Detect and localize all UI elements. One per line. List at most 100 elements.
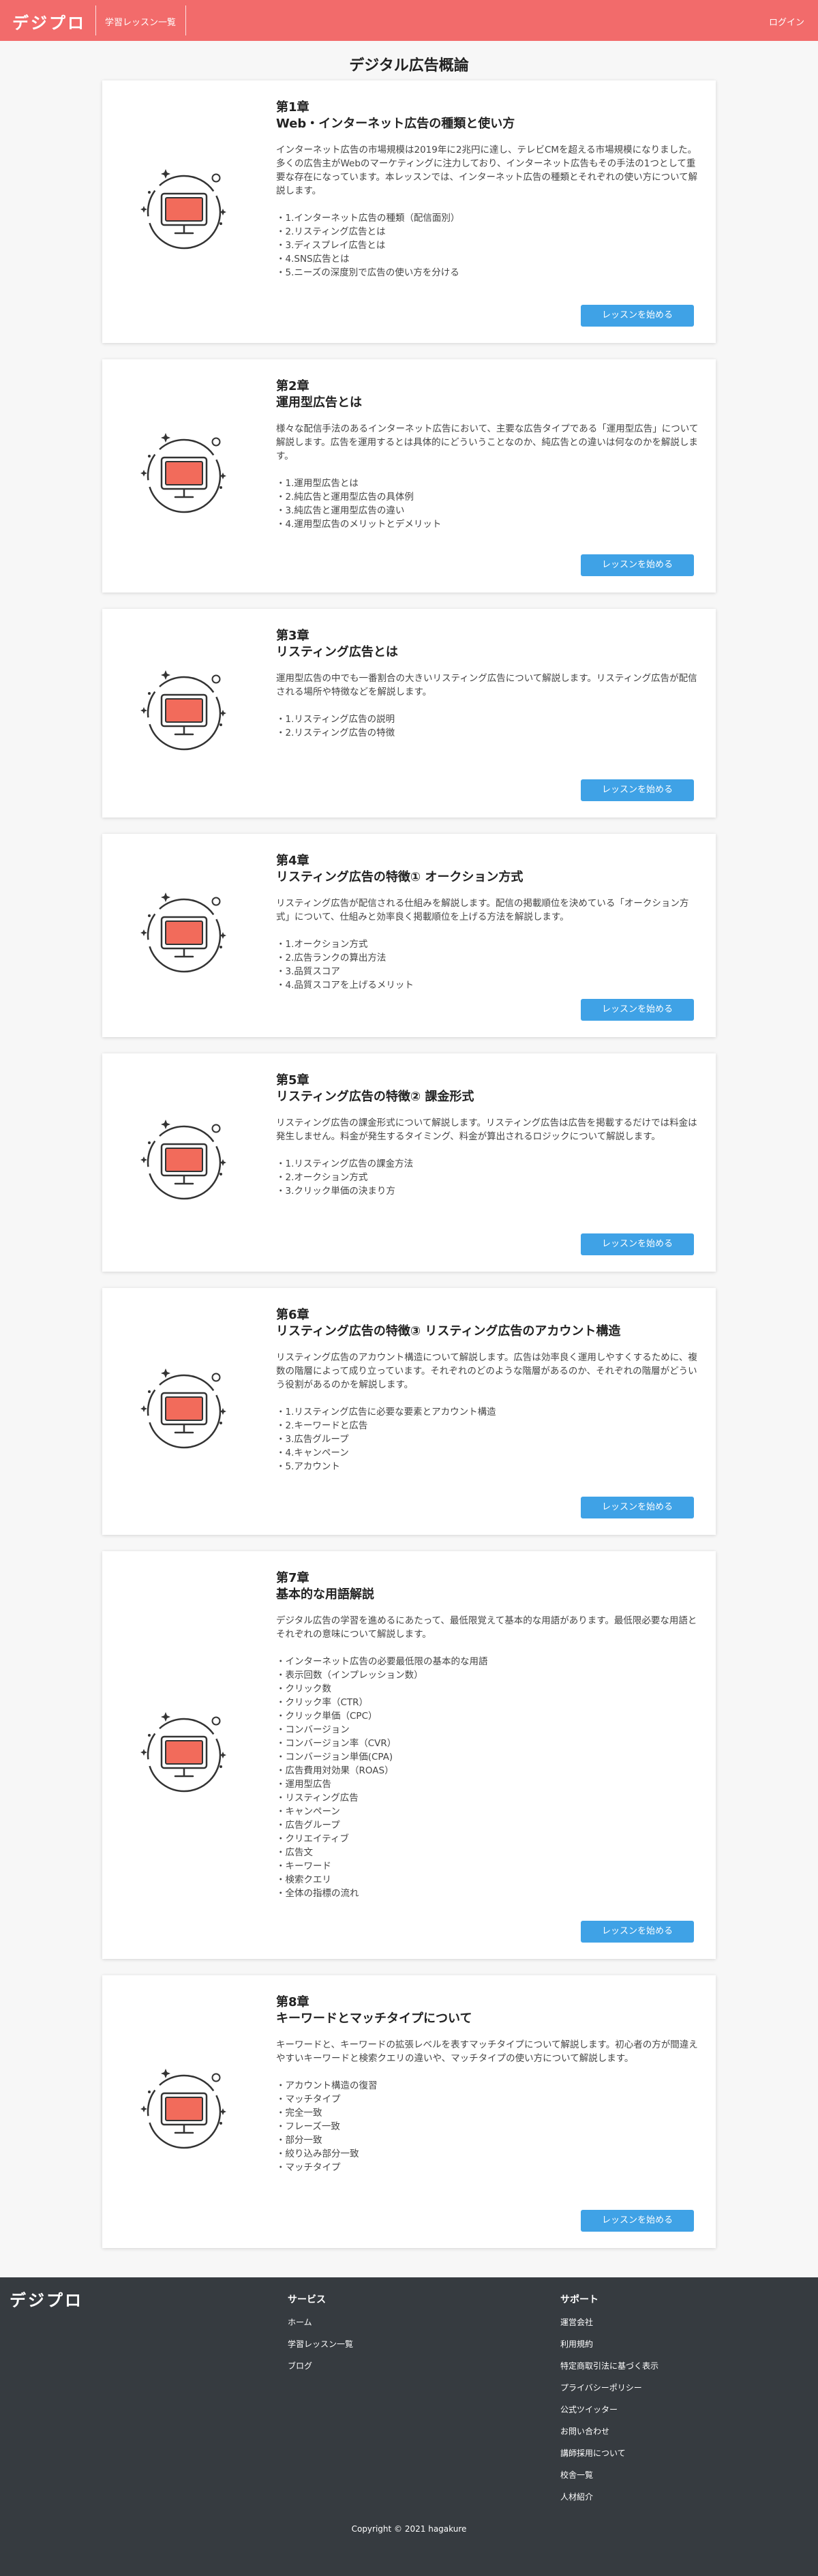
- chapter-topic-item: 広告文: [276, 1846, 699, 1859]
- chapter-topic-item: クリック単価（CPC）: [276, 1709, 699, 1723]
- computer-monitor-icon: [133, 1111, 235, 1214]
- chapter-topic-item: 検索クエリ: [276, 1873, 699, 1887]
- chapter-topic-item: 3.広告グループ: [276, 1433, 699, 1446]
- footer-services-heading: サービス: [288, 2294, 326, 2305]
- start-lesson-button[interactable]: レッスンを始める: [581, 1921, 694, 1943]
- page-title: デジタル広告概論: [349, 57, 469, 74]
- chapter-title: リスティング広告の特徴① オークション方式: [276, 870, 524, 884]
- chapter-topic-item: 4.キャンペーン: [276, 1446, 699, 1460]
- chapter-topic-item: インターネット広告の必要最低限の基本的な用語: [276, 1655, 699, 1668]
- chapter-topic-item: 全体の指標の流れ: [276, 1887, 699, 1900]
- footer-link-company[interactable]: 運営会社: [560, 2311, 658, 2333]
- footer-link-home[interactable]: ホーム: [288, 2311, 353, 2333]
- chapter-topic-item: クリック率（CTR）: [276, 1696, 699, 1709]
- start-lesson-button[interactable]: レッスンを始める: [581, 2210, 694, 2232]
- chapter-topic-item: 2.広告ランクの算出方法: [276, 951, 699, 965]
- chapter-topic-list: インターネット広告の必要最低限の基本的な用語表示回数（インプレッション数） クリッ…: [276, 1655, 699, 1900]
- chapter-title: 基本的な用語解説: [276, 1587, 374, 1602]
- chapter-description: キーワードと、キーワードの拡張レベルを表すマッチタイプについて解説します。初心者…: [276, 2039, 698, 2064]
- chapter-topic-item: 4.運用型広告のメリットとデメリット: [276, 518, 699, 531]
- computer-monitor-icon: [133, 662, 235, 764]
- footer-link-blog[interactable]: ブログ: [288, 2355, 353, 2377]
- chapter-body: 第2章 運用型広告とは 様々な配信手法のあるインターネット広告において、主要な広告タ…: [276, 378, 699, 531]
- computer-monitor-icon: [133, 425, 235, 527]
- chapter-topic-item: 4.SNS広告とは: [276, 252, 699, 266]
- chapter-description: インターネット広告の市場規模は2019年に2兆円に達し、テレビCMを超える市場規…: [276, 145, 698, 196]
- chapter-body: 第8章 キーワードとマッチタイプについて キーワードと、キーワードの拡張レベルを表す…: [276, 1994, 699, 2174]
- chapter-topic-list: 1.リスティング広告の説明2.リスティング広告の特徴: [276, 713, 699, 740]
- chapter-topic-item: 広告費用対効果（ROAS）: [276, 1764, 699, 1778]
- chapter-topic-list: 1.リスティング広告の課金方法2.オークション方式3.クリック単価の決まり方: [276, 1157, 699, 1198]
- chapter-topic-item: 2.キーワードと広告: [276, 1419, 699, 1433]
- footer-link-privacy[interactable]: プライバシーポリシー: [560, 2377, 658, 2399]
- chapter-topic-item: 3.品質スコア: [276, 965, 699, 978]
- chapter-topic-item: 2.オークション方式: [276, 1171, 699, 1184]
- footer-link-commerce-law[interactable]: 特定商取引法に基づく表示: [560, 2355, 658, 2377]
- chapter-topic-item: 3.純広告と運用型広告の違い: [276, 504, 699, 518]
- chapter-number: 第3章: [276, 629, 309, 643]
- footer-services: サービス ホーム 学習レッスン一覧 ブログ: [288, 2292, 353, 2377]
- start-lesson-button[interactable]: レッスンを始める: [581, 999, 694, 1021]
- footer-link-staffing[interactable]: 人材紹介: [560, 2486, 658, 2508]
- chapter-topic-item: コンバージョン率（CVR）: [276, 1737, 699, 1750]
- footer-link-schools[interactable]: 校舎一覧: [560, 2464, 658, 2486]
- chapter-topic-item: 1.リスティング広告に必要な要素とアカウント構造: [276, 1405, 699, 1419]
- chapter-topic-item: 1.オークション方式: [276, 938, 699, 951]
- chapter-number: 第7章: [276, 1571, 309, 1585]
- chapter-topic-item: 絞り込み部分一致: [276, 2147, 699, 2161]
- nav-lesson-list-link[interactable]: 学習レッスン一覧: [105, 15, 176, 28]
- chapter-topic-item: キャンペーン: [276, 1805, 699, 1818]
- chapter-description: リスティング広告のアカウント構造について解説します。広告は効率良く運用しやすくす…: [276, 1352, 697, 1390]
- chapter-body: 第3章 リスティング広告とは 運用型広告の中でも一番割合の大きいリスティング広告につ…: [276, 628, 699, 740]
- chapter-number: 第6章: [276, 1308, 309, 1322]
- footer-link-twitter[interactable]: 公式ツイッター: [560, 2399, 658, 2421]
- chapter-topic-item: コンバージョン: [276, 1723, 699, 1737]
- chapter-topic-list: 1.インターネット広告の種類（配信面別）2.リスティング広告とは3.ディスプレイ…: [276, 211, 699, 280]
- start-lesson-button[interactable]: レッスンを始める: [581, 1233, 694, 1255]
- footer-link-terms[interactable]: 利用規約: [560, 2333, 658, 2355]
- chapter-topic-item: コンバージョン単価(CPA): [276, 1750, 699, 1764]
- chapter-topic-item: 5.ニーズの深度別で広告の使い方を分ける: [276, 266, 699, 280]
- footer-support-heading: サポート: [560, 2294, 599, 2305]
- footer-link-lessons[interactable]: 学習レッスン一覧: [288, 2333, 353, 2355]
- chapter-topic-item: 表示回数（インプレッション数）: [276, 1668, 699, 1682]
- chapter-body: 第5章 リスティング広告の特徴② 課金形式 リスティング広告の課金形式について解説し…: [276, 1073, 699, 1198]
- site-logo[interactable]: デジプロ: [12, 10, 86, 33]
- start-lesson-button[interactable]: レッスンを始める: [581, 554, 694, 576]
- chapter-topic-list: 1.リスティング広告に必要な要素とアカウント構造2.キーワードと広告3.広告グル…: [276, 1405, 699, 1473]
- start-lesson-button[interactable]: レッスンを始める: [581, 305, 694, 327]
- start-lesson-button[interactable]: レッスンを始める: [581, 779, 694, 801]
- start-lesson-button[interactable]: レッスンを始める: [581, 1497, 694, 1518]
- footer-link-instructor-recruiting[interactable]: 講師採用について: [560, 2442, 658, 2464]
- computer-monitor-icon: [133, 2061, 235, 2163]
- computer-monitor-icon: [133, 161, 235, 263]
- chapter-number: 第1章: [276, 100, 309, 115]
- chapter-topic-item: 1.リスティング広告の説明: [276, 713, 699, 726]
- chapter-topic-item: 完全一致: [276, 2106, 699, 2120]
- chapter-topic-item: クリエイティブ: [276, 1832, 699, 1846]
- chapter-body: 第7章 基本的な用語解説 デジタル広告の学習を進めるにあたって、最低限覚えて基本的な…: [276, 1570, 699, 1900]
- footer-link-contact[interactable]: お問い合わせ: [560, 2421, 658, 2442]
- chapter-title: リスティング広告とは: [276, 645, 398, 659]
- chapter-title: 運用型広告とは: [276, 395, 362, 410]
- chapter-title: キーワードとマッチタイプについて: [276, 2011, 472, 2026]
- chapter-topic-item: 4.品質スコアを上げるメリット: [276, 978, 699, 992]
- chapter-card: 第5章 リスティング広告の特徴② 課金形式 リスティング広告の課金形式について解説し…: [102, 1053, 716, 1272]
- chapter-title: リスティング広告の特徴② 課金形式: [276, 1090, 474, 1104]
- chapter-card: 第7章 基本的な用語解説 デジタル広告の学習を進めるにあたって、最低限覚えて基本的な…: [102, 1551, 716, 1959]
- chapter-card: 第8章 キーワードとマッチタイプについて キーワードと、キーワードの拡張レベルを表す…: [102, 1975, 716, 2248]
- chapter-title: リスティング広告の特徴③ リスティング広告のアカウント構造: [276, 1324, 621, 1338]
- chapter-description: リスティング広告の課金形式について解説します。リスティング広告は広告を掲載するだ…: [276, 1118, 697, 1142]
- login-link[interactable]: ログイン: [769, 15, 804, 28]
- chapter-topic-item: マッチタイプ: [276, 2093, 699, 2106]
- chapter-topic-item: リスティング広告: [276, 1791, 699, 1805]
- computer-monitor-icon: [133, 884, 235, 987]
- chapter-card: 第1章 Web・インターネット広告の種類と使い方 インターネット広告の市場規模は20…: [102, 80, 716, 343]
- copyright: Copyright © 2021 hagakure: [351, 2524, 467, 2534]
- chapter-body: 第6章リスティング広告の特徴③ リスティング広告のアカウント構造リスティング広告…: [276, 1307, 699, 1473]
- footer-logo[interactable]: デジプロ: [10, 2287, 83, 2311]
- chapter-topic-list: アカウント構造の復習マッチタイプ完全一致フレーズ一致部分一致絞り込み部分一致マッ…: [276, 2079, 699, 2174]
- footer-support: サポート 運営会社 利用規約 特定商取引法に基づく表示 プライバシーポリシー 公…: [560, 2292, 658, 2508]
- chapter-number: 第4章: [276, 854, 309, 868]
- site-header: デジプロ 学習レッスン一覧 ログイン: [0, 0, 818, 41]
